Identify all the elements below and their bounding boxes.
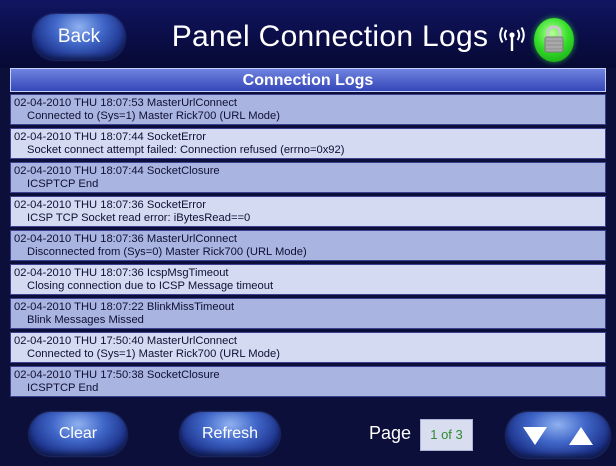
log-row[interactable]: 02-04-2010 THU 18:07:44 SocketError Sock… — [10, 128, 606, 159]
header-bar: Back Panel Connection Logs — [0, 0, 616, 68]
log-row-header: 02-04-2010 THU 18:07:53 MasterUrlConnect — [14, 97, 238, 109]
log-row-header: 02-04-2010 THU 18:07:36 SocketError — [14, 199, 206, 211]
log-row-detail: Disconnected from (Sys=0) Master Rick700… — [27, 246, 307, 258]
refresh-button[interactable]: Refresh — [180, 412, 280, 456]
page-title: Panel Connection Logs — [171, 20, 489, 53]
back-button[interactable]: Back — [33, 14, 125, 60]
log-row[interactable]: 02-04-2010 THU 18:07:36 MasterUrlConnect… — [10, 230, 606, 261]
clear-button[interactable]: Clear — [29, 412, 127, 456]
log-row-header: 02-04-2010 THU 17:50:40 MasterUrlConnect — [14, 335, 238, 347]
log-row-detail: Connected to (Sys=1) Master Rick700 (URL… — [27, 348, 280, 360]
log-row[interactable]: 02-04-2010 THU 18:07:53 MasterUrlConnect… — [10, 94, 606, 125]
arrow-down-icon[interactable] — [522, 425, 548, 447]
log-row[interactable]: 02-04-2010 THU 17:50:38 SocketClosure IC… — [10, 366, 606, 397]
log-list[interactable]: 02-04-2010 THU 18:07:53 MasterUrlConnect… — [10, 94, 606, 397]
log-row-detail: Connected to (Sys=1) Master Rick700 (URL… — [27, 110, 280, 122]
log-row-detail: Blink Messages Missed — [27, 314, 144, 326]
log-row-header: 02-04-2010 THU 18:07:44 SocketClosure — [14, 165, 220, 177]
log-row[interactable]: 02-04-2010 THU 18:07:44 SocketClosure IC… — [10, 162, 606, 193]
log-row-header: 02-04-2010 THU 17:50:38 SocketClosure — [14, 369, 220, 381]
log-row-detail: ICSPTCP End — [27, 178, 99, 190]
log-row[interactable]: 02-04-2010 THU 18:07:22 BlinkMissTimeout… — [10, 298, 606, 329]
connection-logs-panel: Connection Logs 02-04-2010 THU 18:07:53 … — [10, 68, 606, 400]
log-row[interactable]: 02-04-2010 THU 18:07:36 SocketError ICSP… — [10, 196, 606, 227]
log-row-detail: ICSPTCP End — [27, 382, 99, 394]
log-row-header: 02-04-2010 THU 18:07:36 IcspMsgTimeout — [14, 267, 229, 279]
panel-heading: Connection Logs — [10, 68, 606, 92]
log-row-detail: Closing connection due to ICSP Message t… — [27, 280, 274, 292]
log-row-detail: ICSP TCP Socket read error: iBytesRead==… — [27, 212, 251, 224]
log-row-header: 02-04-2010 THU 18:07:36 MasterUrlConnect — [14, 233, 238, 245]
page-indicator: 1 of 3 — [420, 419, 473, 451]
lock-icon[interactable] — [534, 18, 574, 62]
log-row[interactable]: 02-04-2010 THU 17:50:40 MasterUrlConnect… — [10, 332, 606, 363]
log-row-detail: Socket connect attempt failed: Connectio… — [27, 144, 345, 156]
log-row[interactable]: 02-04-2010 THU 18:07:36 IcspMsgTimeout C… — [10, 264, 606, 295]
wireless-signal-icon — [498, 26, 526, 54]
page-nav-button[interactable] — [506, 412, 610, 458]
log-row-header: 02-04-2010 THU 18:07:44 SocketError — [14, 131, 206, 143]
log-row-header: 02-04-2010 THU 18:07:22 BlinkMissTimeout — [14, 301, 235, 313]
arrow-up-icon[interactable] — [568, 425, 594, 447]
footer-bar: Clear Refresh Page 1 of 3 — [0, 400, 616, 466]
page-label: Page — [369, 423, 412, 443]
